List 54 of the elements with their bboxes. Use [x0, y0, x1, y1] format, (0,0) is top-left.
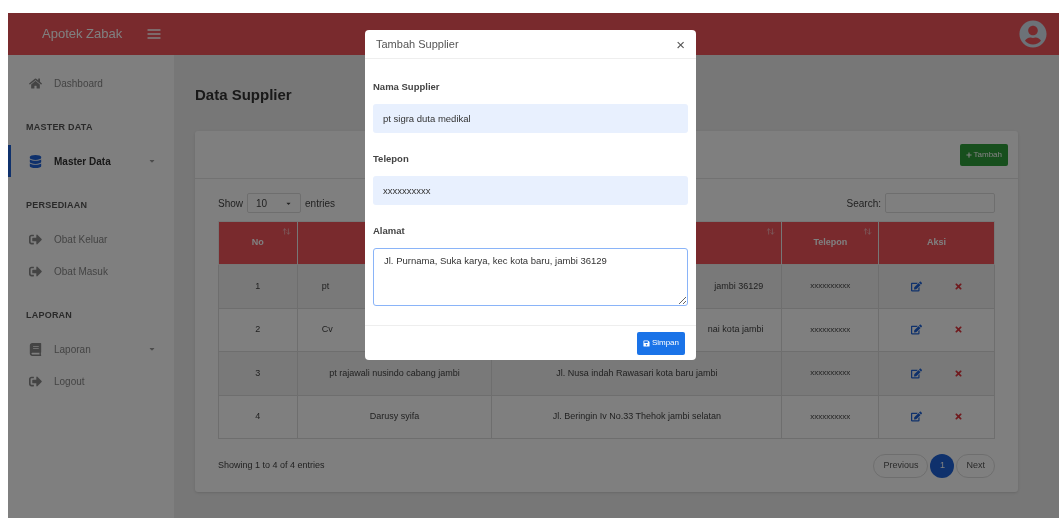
table-cell: Jl. Beringin Iv No.33 Thehok jambi selatan	[491, 395, 782, 439]
table-cell: Darusy syifa	[297, 395, 492, 439]
close-button[interactable]: ×	[676, 36, 685, 52]
input-field[interactable]: xxxxxxxxxx	[373, 176, 688, 206]
search-label: Search:	[846, 196, 881, 211]
field-label: Nama Supplier	[373, 81, 440, 93]
edit-icon[interactable]	[910, 367, 922, 379]
table-cell: xxxxxxxxxx	[781, 395, 879, 439]
length-label: Show	[218, 196, 243, 211]
sidebar-heading: PERSEDIAAN	[26, 200, 88, 210]
edit-icon[interactable]	[910, 280, 922, 292]
add-button[interactable]: Tambah	[959, 143, 1008, 166]
brand-name: Apotek Zabak	[42, 25, 123, 44]
edit-icon[interactable]	[910, 411, 922, 423]
length-select[interactable]: 10	[247, 193, 301, 213]
length-label: entries	[305, 196, 336, 211]
field-label: Telepon	[373, 153, 409, 165]
save-icon	[642, 339, 650, 347]
delete-icon[interactable]	[953, 412, 963, 422]
sidebar-item[interactable]: Dashboard	[8, 67, 174, 99]
delete-icon[interactable]	[953, 281, 963, 291]
table-info: Showing 1 to 4 of 4 entries	[218, 459, 325, 473]
table-cell: xxxxxxxxxx	[781, 308, 879, 352]
sidebar-item[interactable]: Logout	[8, 365, 174, 397]
input-field[interactable]: pt sigra duta medikal	[373, 104, 688, 134]
table-cell: 1	[218, 264, 298, 308]
column-header[interactable]: Aksi	[878, 221, 995, 265]
sort-icon	[766, 227, 776, 236]
sidebar-item[interactable]: Laporan	[8, 333, 174, 365]
sidebar-heading: MASTER DATA	[26, 122, 93, 132]
page-button[interactable]: 1	[930, 454, 955, 478]
page-title: Data Supplier	[195, 84, 292, 105]
table-cell: xxxxxxxxxx	[781, 351, 879, 395]
edit-icon[interactable]	[910, 324, 922, 336]
table-cell: xxxxxxxxxx	[781, 264, 879, 308]
column-header[interactable]: No	[218, 221, 298, 265]
sidebar-item[interactable]: Obat Masuk	[8, 255, 174, 287]
sort-icon	[281, 227, 291, 236]
field-label: Alamat	[373, 225, 405, 237]
table-cell: 2	[218, 308, 298, 352]
modal-title: Tambah Supplier	[376, 36, 459, 52]
table-cell: 4	[218, 395, 298, 439]
sort-icon	[863, 227, 873, 236]
avatar-icon[interactable]	[1019, 20, 1047, 48]
delete-icon[interactable]	[953, 325, 963, 335]
sidebar-heading: LAPORAN	[26, 310, 73, 320]
table-cell: 3	[218, 351, 298, 395]
column-header[interactable]: Telepon	[781, 221, 879, 265]
caret-icon	[148, 345, 156, 353]
plus-icon	[965, 151, 972, 158]
save-button[interactable]: Simpan	[636, 331, 685, 355]
address-field[interactable]: Jl. Purnama, Suka karya, kec kota baru, jambi 36129	[373, 248, 688, 307]
delete-icon[interactable]	[953, 368, 963, 378]
caret-icon	[148, 157, 156, 165]
